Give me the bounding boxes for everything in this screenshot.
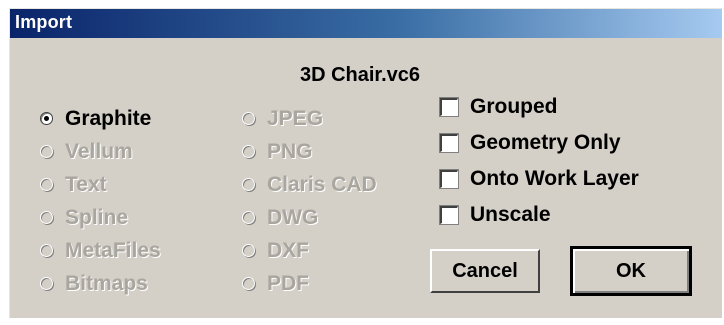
options-group: Grouped Geometry Only Onto Work Layer Un…	[439, 89, 639, 233]
format-group-left: Graphite Vellum Text Spline MetaFiles Bi…	[40, 102, 161, 300]
checkbox-icon	[439, 97, 459, 117]
checkbox-icon	[439, 169, 459, 189]
radio-vellum[interactable]: Vellum	[40, 135, 161, 168]
checkbox-label: Grouped	[470, 95, 558, 118]
radio-label: Graphite	[65, 106, 152, 130]
radio-icon	[40, 178, 53, 191]
radio-label: DXF	[267, 238, 309, 262]
radio-label: Spline	[65, 205, 129, 229]
checkbox-label: Geometry Only	[470, 131, 621, 154]
radio-dxf[interactable]: DXF	[242, 234, 377, 267]
radio-metafiles[interactable]: MetaFiles	[40, 234, 161, 267]
radio-label: PNG	[267, 139, 313, 163]
radio-png[interactable]: PNG	[242, 135, 377, 168]
radio-label: JPEG	[267, 106, 324, 130]
radio-icon	[242, 211, 255, 224]
radio-label: Claris CAD	[267, 172, 377, 196]
format-group-right: JPEG PNG Claris CAD DWG DXF PDF	[242, 102, 377, 300]
radio-dwg[interactable]: DWG	[242, 201, 377, 234]
window-title: Import	[15, 12, 73, 32]
radio-label: Text	[65, 172, 107, 196]
radio-spline[interactable]: Spline	[40, 201, 161, 234]
checkbox-label: Unscale	[470, 203, 551, 226]
import-dialog: Import 3D Chair.vc6 Graphite Vellum Text…	[9, 8, 723, 319]
radio-graphite[interactable]: Graphite	[40, 102, 161, 135]
radio-label: MetaFiles	[65, 238, 161, 262]
checkbox-icon	[439, 205, 459, 225]
radio-icon	[40, 145, 53, 158]
checkbox-geometry-only[interactable]: Geometry Only	[439, 125, 639, 161]
file-name-label: 3D Chair.vc6	[299, 64, 421, 86]
radio-label: PDF	[267, 271, 309, 295]
radio-text[interactable]: Text	[40, 168, 161, 201]
radio-icon	[242, 178, 255, 191]
radio-label: Bitmaps	[65, 271, 148, 295]
radio-label: DWG	[267, 205, 319, 229]
radio-claris-cad[interactable]: Claris CAD	[242, 168, 377, 201]
checkbox-grouped[interactable]: Grouped	[439, 89, 639, 125]
checkbox-unscale[interactable]: Unscale	[439, 197, 639, 233]
radio-icon	[242, 277, 255, 290]
checkbox-label: Onto Work Layer	[470, 167, 639, 190]
cancel-button[interactable]: Cancel	[430, 249, 540, 293]
radio-selected-icon	[40, 112, 53, 125]
radio-icon	[40, 277, 53, 290]
radio-label: Vellum	[65, 139, 133, 163]
radio-icon	[242, 145, 255, 158]
radio-pdf[interactable]: PDF	[242, 267, 377, 300]
radio-icon	[40, 211, 53, 224]
radio-icon	[242, 244, 255, 257]
checkbox-onto-work-layer[interactable]: Onto Work Layer	[439, 161, 639, 197]
checkbox-icon	[439, 133, 459, 153]
radio-bitmaps[interactable]: Bitmaps	[40, 267, 161, 300]
title-bar[interactable]: Import	[10, 9, 722, 38]
ok-button[interactable]: OK	[570, 246, 692, 296]
radio-jpeg[interactable]: JPEG	[242, 102, 377, 135]
radio-icon	[242, 112, 255, 125]
radio-icon	[40, 244, 53, 257]
